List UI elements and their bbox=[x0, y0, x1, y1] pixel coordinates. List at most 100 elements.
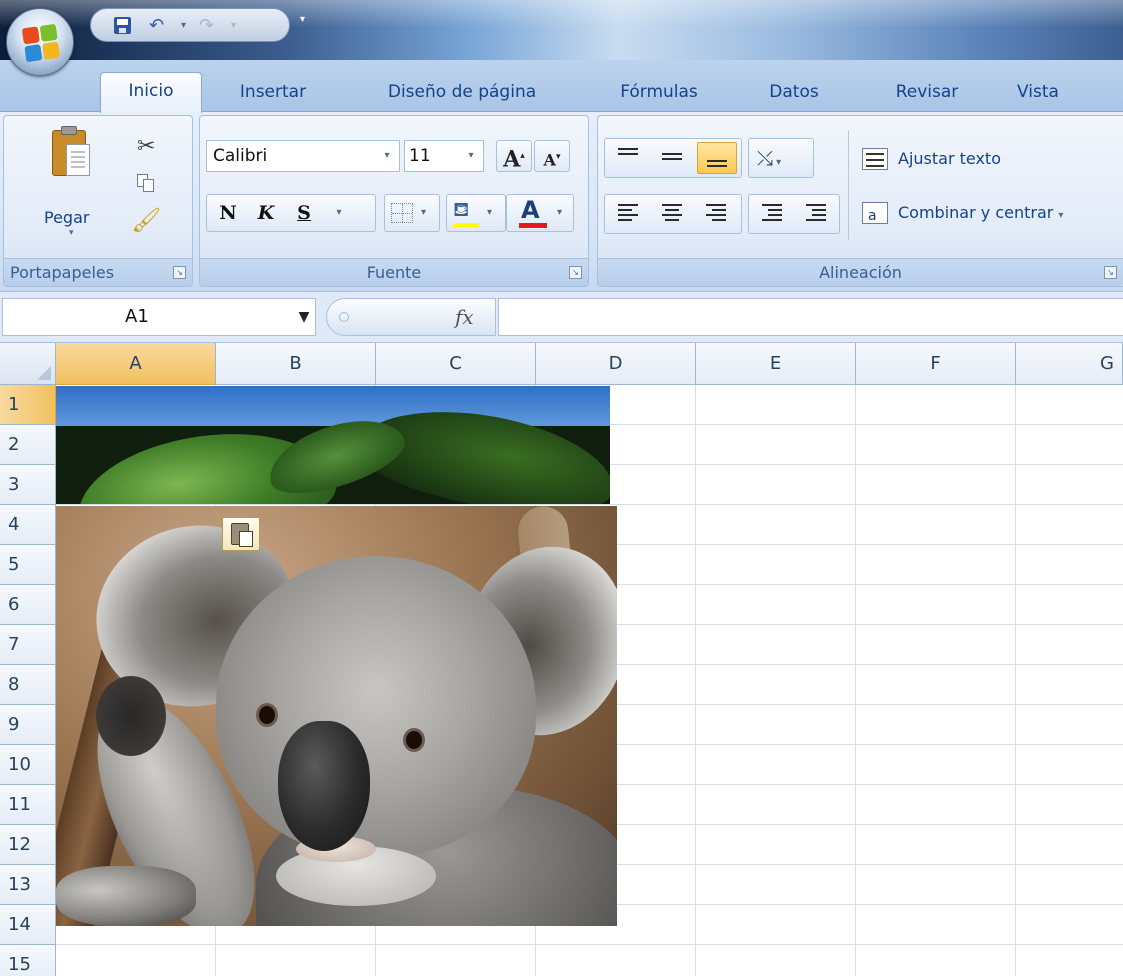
font-color-dropdown-icon[interactable]: ▾ bbox=[557, 195, 562, 231]
column-header-f[interactable]: F bbox=[856, 343, 1016, 385]
koala-image[interactable] bbox=[56, 506, 617, 926]
tab-insertar[interactable]: Insertar bbox=[214, 76, 332, 112]
tab-formulas[interactable]: Fórmulas bbox=[600, 76, 718, 112]
merge-center-dropdown-icon[interactable]: ▾ bbox=[1058, 210, 1063, 221]
quick-access-toolbar: ↶ ▾ ↷ ▾ bbox=[90, 8, 290, 42]
customize-qat-icon[interactable]: ▾ bbox=[300, 14, 314, 34]
wrap-text-button[interactable]: Ajustar texto bbox=[862, 144, 1001, 174]
align-bottom-icon bbox=[707, 160, 727, 170]
undo-dropdown-icon[interactable]: ▾ bbox=[181, 15, 191, 37]
font-launcher-icon[interactable]: ↘ bbox=[569, 266, 582, 279]
vertical-align-strip bbox=[604, 138, 742, 178]
shrink-font-button[interactable]: A▾ bbox=[534, 140, 570, 172]
paste-icon[interactable] bbox=[52, 126, 94, 180]
insert-function-button[interactable]: fx bbox=[455, 299, 474, 335]
increase-indent-button[interactable] bbox=[797, 198, 837, 230]
font-color-button[interactable]: A ▾ bbox=[506, 194, 574, 232]
decrease-indent-button[interactable] bbox=[753, 198, 793, 230]
align-right-button[interactable] bbox=[697, 198, 737, 230]
format-painter-icon[interactable]: 🖌 bbox=[131, 206, 161, 234]
row-header-4[interactable]: 4 bbox=[0, 505, 56, 545]
align-bottom-button[interactable] bbox=[697, 142, 737, 174]
cut-icon[interactable]: ✂ bbox=[137, 134, 155, 159]
name-box-dropdown-icon[interactable]: ▼ bbox=[292, 298, 316, 336]
formula-input[interactable] bbox=[498, 298, 1123, 336]
row-header-11[interactable]: 11 bbox=[0, 785, 56, 825]
redo-icon[interactable]: ↷ bbox=[199, 15, 225, 37]
undo-icon[interactable]: ↶ bbox=[149, 15, 175, 37]
ribbon-tabs: Inicio Insertar Diseño de página Fórmula… bbox=[0, 60, 1123, 113]
align-center-button[interactable] bbox=[653, 198, 693, 230]
paste-button[interactable]: Pegar bbox=[44, 208, 89, 227]
row-header-8[interactable]: 8 bbox=[0, 665, 56, 705]
decrease-indent-icon bbox=[762, 204, 782, 224]
tab-vista[interactable]: Vista bbox=[1002, 76, 1074, 112]
alignment-group-label: Alineación bbox=[598, 258, 1123, 286]
row-header-13[interactable]: 13 bbox=[0, 865, 56, 905]
borders-dropdown-icon[interactable]: ▾ bbox=[421, 195, 426, 231]
excel-window: ↶ ▾ ↷ ▾ ▾ Inicio Insertar Diseño de pági… bbox=[0, 0, 1123, 976]
font-group-label: Fuente bbox=[200, 258, 588, 286]
font-name-input[interactable]: Calibri bbox=[206, 140, 400, 172]
row-header-5[interactable]: 5 bbox=[0, 545, 56, 585]
row-header-15[interactable]: 15 bbox=[0, 945, 56, 976]
redo-dropdown-icon[interactable]: ▾ bbox=[231, 15, 241, 37]
row-header-2[interactable]: 2 bbox=[0, 425, 56, 465]
clipboard-group-label: Portapapeles bbox=[4, 258, 192, 286]
merge-center-label: Combinar y centrar bbox=[898, 203, 1054, 222]
paste-options-icon[interactable] bbox=[222, 517, 260, 551]
merge-center-button[interactable]: Combinar y centrar ▾ bbox=[862, 198, 1063, 231]
column-header-d[interactable]: D bbox=[536, 343, 696, 385]
expand-dot-icon bbox=[339, 312, 349, 322]
tab-diseno-de-pagina[interactable]: Diseño de página bbox=[360, 76, 564, 112]
row-header-6[interactable]: 6 bbox=[0, 585, 56, 625]
underline-dropdown-icon[interactable]: ▾ bbox=[331, 195, 347, 231]
column-header-a[interactable]: A bbox=[56, 343, 216, 385]
save-icon[interactable] bbox=[111, 15, 133, 37]
row-header-12[interactable]: 12 bbox=[0, 825, 56, 865]
copy-icon[interactable] bbox=[137, 174, 157, 194]
row-header-3[interactable]: 3 bbox=[0, 465, 56, 505]
row-header-9[interactable]: 9 bbox=[0, 705, 56, 745]
borders-button[interactable]: ▾ bbox=[384, 194, 440, 232]
font-name-dropdown-icon[interactable]: ▾ bbox=[374, 140, 400, 172]
fill-color-button[interactable]: ⛾ ▾ bbox=[446, 194, 506, 232]
underline-button[interactable]: S bbox=[289, 195, 319, 231]
wrap-text-icon bbox=[862, 148, 888, 170]
orientation-button[interactable]: ⤯ ▾ bbox=[748, 138, 814, 178]
italic-button[interactable]: K bbox=[251, 195, 281, 231]
row-header-10[interactable]: 10 bbox=[0, 745, 56, 785]
column-header-e[interactable]: E bbox=[696, 343, 856, 385]
alignment-launcher-icon[interactable]: ↘ bbox=[1104, 266, 1117, 279]
fill-color-dropdown-icon[interactable]: ▾ bbox=[487, 195, 492, 231]
select-all-button[interactable] bbox=[0, 343, 56, 385]
align-center-icon bbox=[662, 204, 682, 224]
clipboard-launcher-icon[interactable]: ↘ bbox=[173, 266, 186, 279]
align-left-button[interactable] bbox=[609, 198, 649, 230]
tab-inicio[interactable]: Inicio bbox=[100, 72, 202, 113]
paste-dropdown-icon[interactable]: ▾ bbox=[69, 228, 74, 238]
name-box[interactable]: A1 bbox=[2, 298, 316, 336]
row-header-7[interactable]: 7 bbox=[0, 625, 56, 665]
tab-revisar[interactable]: Revisar bbox=[872, 76, 982, 112]
bold-button[interactable]: N bbox=[213, 195, 243, 231]
grow-font-button[interactable]: A▴ bbox=[496, 140, 532, 172]
column-header-g[interactable]: G bbox=[1016, 343, 1123, 385]
office-logo-icon bbox=[21, 23, 61, 63]
tab-datos[interactable]: Datos bbox=[748, 76, 840, 112]
font-color-swatch bbox=[519, 223, 547, 228]
font-size-dropdown-icon[interactable]: ▾ bbox=[458, 140, 484, 172]
font-color-icon: A bbox=[521, 196, 540, 224]
row-header-14[interactable]: 14 bbox=[0, 905, 56, 945]
row-header-1[interactable]: 1 bbox=[0, 385, 56, 425]
align-top-button[interactable] bbox=[609, 142, 649, 174]
align-top-icon bbox=[618, 148, 638, 158]
column-header-c[interactable]: C bbox=[376, 343, 536, 385]
align-middle-button[interactable] bbox=[653, 142, 693, 174]
clipboard-group: Pegar ▾ ✂ 🖌 Portapapeles ↘ bbox=[3, 115, 193, 287]
sky-leaves-image[interactable] bbox=[56, 386, 610, 504]
office-button[interactable] bbox=[6, 8, 74, 76]
horizontal-align-strip bbox=[604, 194, 742, 234]
column-header-b[interactable]: B bbox=[216, 343, 376, 385]
borders-icon bbox=[391, 203, 413, 223]
